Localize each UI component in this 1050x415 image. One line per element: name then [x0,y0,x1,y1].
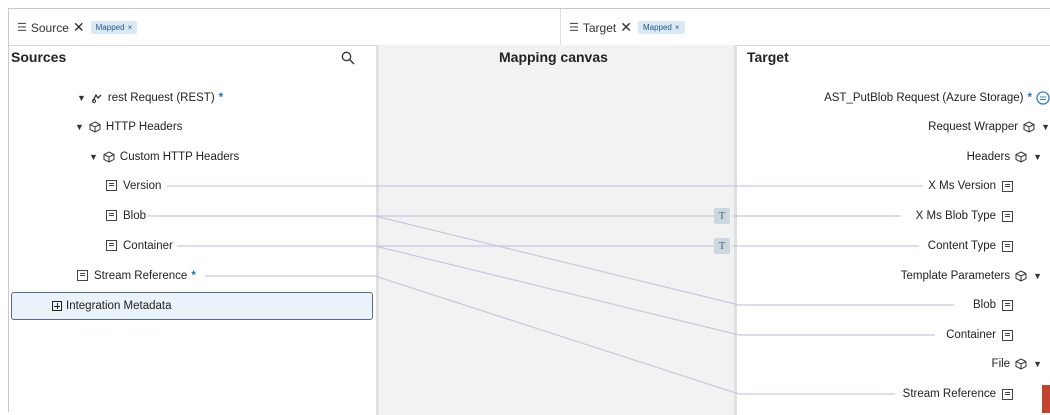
tree-node-label: AST_PutBlob Request (Azure Storage) [824,92,1024,104]
required-marker: * [1027,92,1032,104]
tree-node-custom-http-headers[interactable]: ▼ Custom HTTP Headers [89,148,239,166]
target-node-container[interactable]: Container [946,326,1013,344]
element-icon [1002,388,1013,400]
mapping-line-blob-param [374,215,954,306]
mapping-line-container-param [374,245,935,336]
target-node-putblob-request[interactable]: AST_PutBlob Request (Azure Storage) * [824,89,1050,107]
tree-node-label: Headers [966,151,1011,163]
tree-node-http-headers[interactable]: ▼ HTTP Headers [75,118,182,136]
tree-node-label: Integration Metadata [66,300,172,312]
status-indicator-bar [1042,385,1050,413]
tree-node-blob[interactable]: Blob [106,207,146,225]
expand-down-icon[interactable]: ▼ [1033,359,1042,369]
target-node-content-type[interactable]: Content Type [928,237,1013,255]
complex-type-icon [89,121,101,133]
target-node-blob[interactable]: Blob [973,296,1013,314]
expand-down-icon[interactable]: ▼ [1033,152,1042,162]
tree-node-label: Container [123,240,173,252]
tree-node-label: rest Request (REST) [107,92,215,104]
element-icon [77,270,88,281]
expand-plus-icon[interactable] [52,301,62,311]
element-icon [1002,210,1013,222]
tree-node-label: Template Parameters [900,270,1011,282]
complex-type-icon [1015,358,1027,370]
complex-type-icon [103,151,115,163]
expand-down-icon[interactable]: ▼ [75,122,84,132]
tree-node-version[interactable]: Version [106,177,161,195]
element-icon [1002,329,1013,341]
rest-adapter-icon [91,93,102,103]
complex-type-icon [1015,270,1027,282]
target-node-request-wrapper[interactable]: Request Wrapper ▼ [928,118,1050,136]
tree-node-label: Content Type [927,240,996,252]
mapping-lines [147,185,954,395]
tree-node-label: Stream Reference [902,388,996,400]
tree-node-rest-request[interactable]: ▼ rest Request (REST) * [77,89,223,107]
element-icon [1002,299,1013,311]
target-node-x-ms-blob-type[interactable]: X Ms Blob Type [916,207,1013,225]
tree-node-stream-reference[interactable]: Stream Reference * [77,267,196,285]
tree-node-label: Blob [123,210,147,222]
target-node-stream-reference[interactable]: Stream Reference [903,385,1013,403]
transform-function-badge[interactable]: T [714,208,730,224]
element-icon [106,210,117,221]
tree-node-label: X Ms Blob Type [915,210,996,222]
tree-node-label: Blob [972,299,996,311]
tree-node-label: X Ms Version [928,180,996,192]
tree-node-integration-metadata[interactable]: Integration Metadata [11,292,373,320]
expand-down-icon[interactable]: ▼ [1041,122,1050,132]
element-icon [1002,180,1013,192]
adapter-endpoint-icon [1036,91,1050,105]
element-icon [106,180,117,191]
expand-down-icon[interactable]: ▼ [1033,271,1042,281]
element-icon [106,240,117,251]
transform-function-badge[interactable]: T [714,238,730,254]
tree-node-label: Container [946,329,996,341]
tree-node-label: File [991,358,1011,370]
tree-node-label: Custom HTTP Headers [119,151,240,163]
tree-node-container[interactable]: Container [106,237,173,255]
target-node-headers[interactable]: Headers ▼ [967,148,1042,166]
expand-down-icon[interactable]: ▼ [77,93,86,103]
complex-type-icon [1023,121,1035,133]
element-icon [1002,240,1013,252]
tree-node-label: Request Wrapper [928,121,1019,133]
required-marker: * [191,270,196,282]
tree-node-label: Version [123,180,162,192]
tree-node-label: Stream Reference [94,270,188,282]
target-node-template-parameters[interactable]: Template Parameters ▼ [901,267,1042,285]
required-marker: * [218,92,224,104]
expand-down-icon[interactable]: ▼ [89,152,98,162]
target-node-x-ms-version[interactable]: X Ms Version [928,177,1013,195]
mapper-frame: ☰ Source ✕ Mapped × ☰ Target ✕ Mapped × So… [8,8,1050,415]
complex-type-icon [1015,151,1027,163]
tree-node-label: HTTP Headers [105,121,183,133]
target-node-file[interactable]: File ▼ [992,355,1042,373]
